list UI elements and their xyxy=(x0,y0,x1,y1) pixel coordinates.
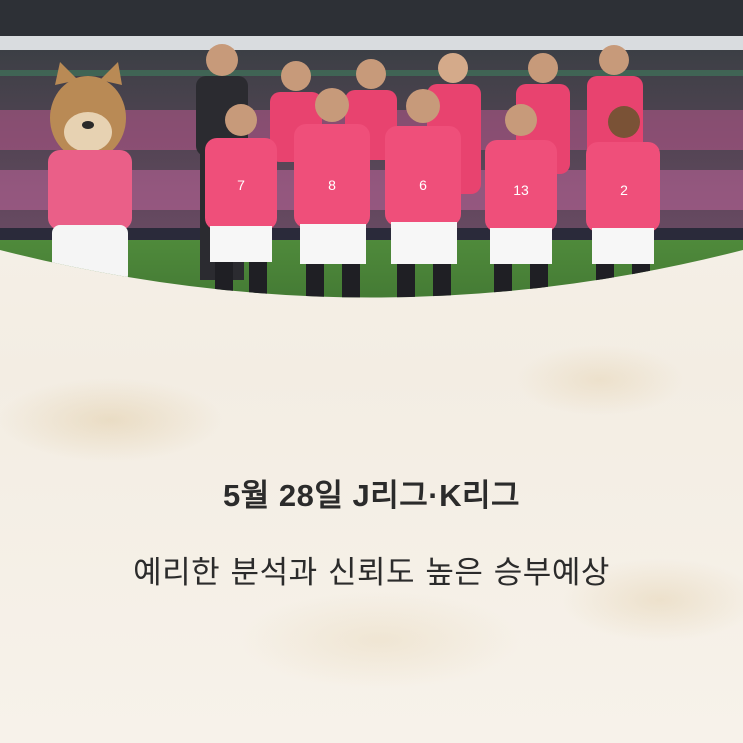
shirt-number: 7 xyxy=(237,177,245,193)
team-photo-illustration: 7 8 6 13 2 xyxy=(0,0,743,298)
team-photo: 7 8 6 13 2 xyxy=(0,0,743,330)
mascot xyxy=(48,62,132,298)
page-title: 5월 28일 J리그·K리그 xyxy=(222,478,521,513)
promo-card: 7 8 6 13 2 5월 28일 J리그·K리그 예리한 분석과 신뢰도 높은… xyxy=(0,0,743,743)
shirt-number: 13 xyxy=(513,182,529,198)
page-subtitle: 예리한 분석과 신뢰도 높은 승부예상 xyxy=(133,555,610,591)
shirt-number: 8 xyxy=(328,177,336,193)
shirt-number: 2 xyxy=(620,182,628,198)
shirt-number: 6 xyxy=(419,177,427,193)
headline-block: 5월 28일 J리그·K리그 예리한 분석과 신뢰도 높은 승부예상 xyxy=(0,470,743,592)
